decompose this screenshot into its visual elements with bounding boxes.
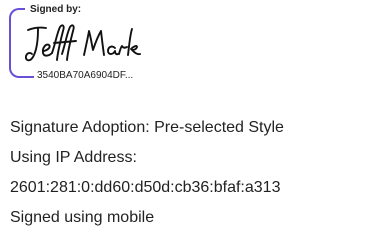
signed-by-label: Signed by:: [25, 3, 87, 16]
handwritten-signature: [24, 24, 141, 62]
envelope-id: 3540BA70A6904DF...: [34, 69, 137, 82]
ip-label: Using IP Address:: [10, 149, 137, 166]
signature-details: Signature Adoption: Pre-selected Style U…: [10, 120, 284, 240]
adoption-text: Signature Adoption: Pre-selected Style: [10, 119, 284, 136]
ip-address: 2601:281:0:dd60:d50d:cb36:bfaf:a313: [10, 179, 281, 196]
signed-using-text: Signed using mobile: [10, 209, 155, 226]
